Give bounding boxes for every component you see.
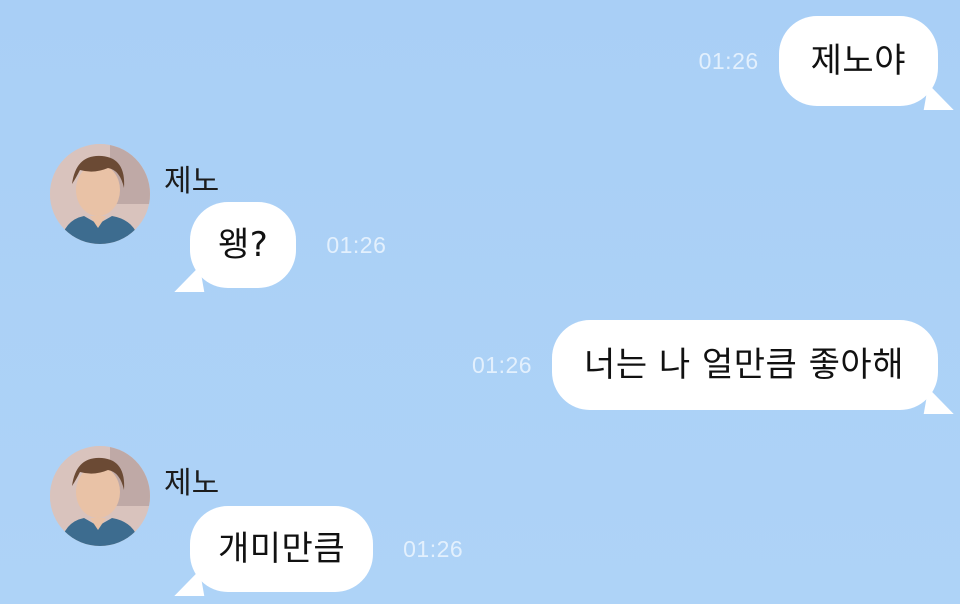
sender-name: 제노 xyxy=(164,466,220,501)
message-text: 제노야 xyxy=(810,41,906,81)
sender-avatar[interactable] xyxy=(50,144,150,244)
message-group-incoming: 제노 왱? 01:26 xyxy=(50,144,550,294)
sender-name: 제노 xyxy=(164,164,220,199)
message-bubble-outgoing[interactable]: 제노야 xyxy=(778,16,938,106)
message-text: 왱? xyxy=(218,225,269,265)
chat-screen: 01:26 제노야 제노 왱? 01:26 01:26 너는 나 얼만큼 좋아해… xyxy=(0,0,960,604)
message-row-outgoing: 01:26 너는 나 얼만큼 좋아해 xyxy=(472,320,938,410)
message-timestamp: 01:26 xyxy=(403,535,464,562)
message-row-incoming: 개미만큼 01:26 xyxy=(190,506,463,592)
message-group-incoming: 제노 개미만큼 01:26 xyxy=(50,446,570,604)
profile-photo-icon xyxy=(50,144,150,244)
message-text: 개미만큼 xyxy=(218,529,346,569)
message-bubble-incoming[interactable]: 왱? xyxy=(190,202,297,288)
message-bubble-incoming[interactable]: 개미만큼 xyxy=(190,506,374,592)
message-timestamp: 01:26 xyxy=(471,351,533,378)
message-timestamp: 01:26 xyxy=(698,47,759,74)
message-row-outgoing: 01:26 제노야 xyxy=(699,16,938,106)
profile-photo-icon xyxy=(50,446,150,546)
message-bubble-outgoing[interactable]: 너는 나 얼만큼 좋아해 xyxy=(552,320,938,410)
sender-avatar[interactable] xyxy=(50,446,150,546)
message-row-incoming: 왱? 01:26 xyxy=(190,202,386,288)
message-text: 너는 나 얼만큼 좋아해 xyxy=(584,345,904,385)
message-timestamp: 01:26 xyxy=(326,231,387,258)
